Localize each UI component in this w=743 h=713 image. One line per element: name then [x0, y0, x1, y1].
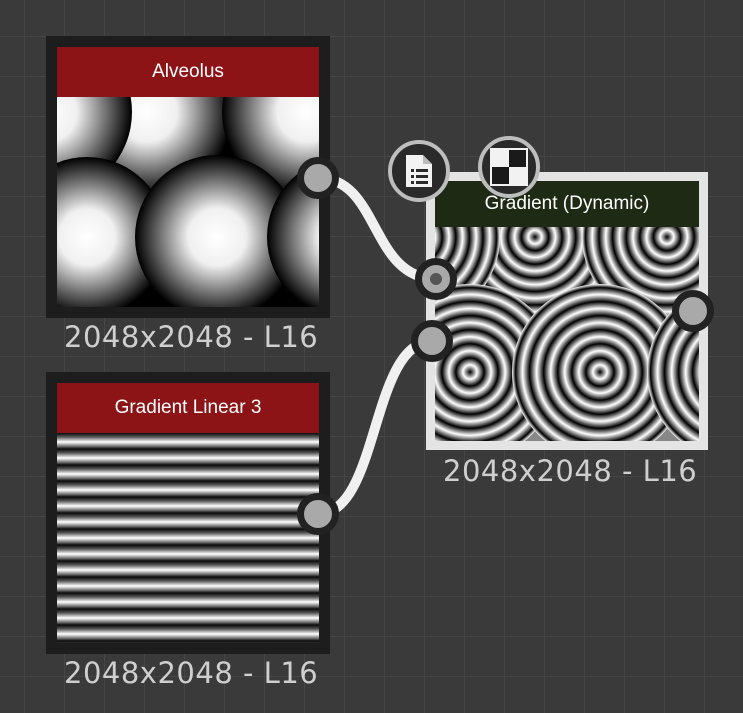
document-list-icon[interactable] — [388, 140, 450, 202]
output-port-alveolus[interactable] — [297, 157, 339, 199]
output-port-gradient-dynamic[interactable] — [672, 290, 714, 332]
node-thumbnail — [57, 433, 319, 643]
node-caption-gradient-linear: 2048x2048 - L16 — [64, 656, 319, 690]
checker-tiling-icon[interactable] — [478, 136, 540, 198]
node-caption-alveolus: 2048x2048 - L16 — [64, 320, 319, 354]
node-caption-gradient-dynamic: 2048x2048 - L16 — [443, 454, 698, 488]
node-title: Gradient Linear 3 — [57, 383, 319, 433]
node-thumbnail — [57, 97, 319, 307]
node-title: Gradient (Dynamic) — [435, 181, 699, 227]
node-alveolus[interactable]: Alveolus — [46, 36, 330, 318]
output-port-gradient-linear[interactable] — [297, 493, 339, 535]
node-gradient-dynamic[interactable]: Gradient (Dynamic) — [426, 172, 708, 450]
node-thumbnail — [435, 227, 699, 441]
input-port-gradient-dynamic-2[interactable] — [411, 320, 453, 362]
node-title: Alveolus — [57, 47, 319, 97]
node-gradient-linear-3[interactable]: Gradient Linear 3 — [46, 372, 330, 654]
wire-linear-to-gradient[interactable] — [313, 336, 438, 519]
input-port-gradient-dynamic-1[interactable] — [415, 258, 457, 300]
